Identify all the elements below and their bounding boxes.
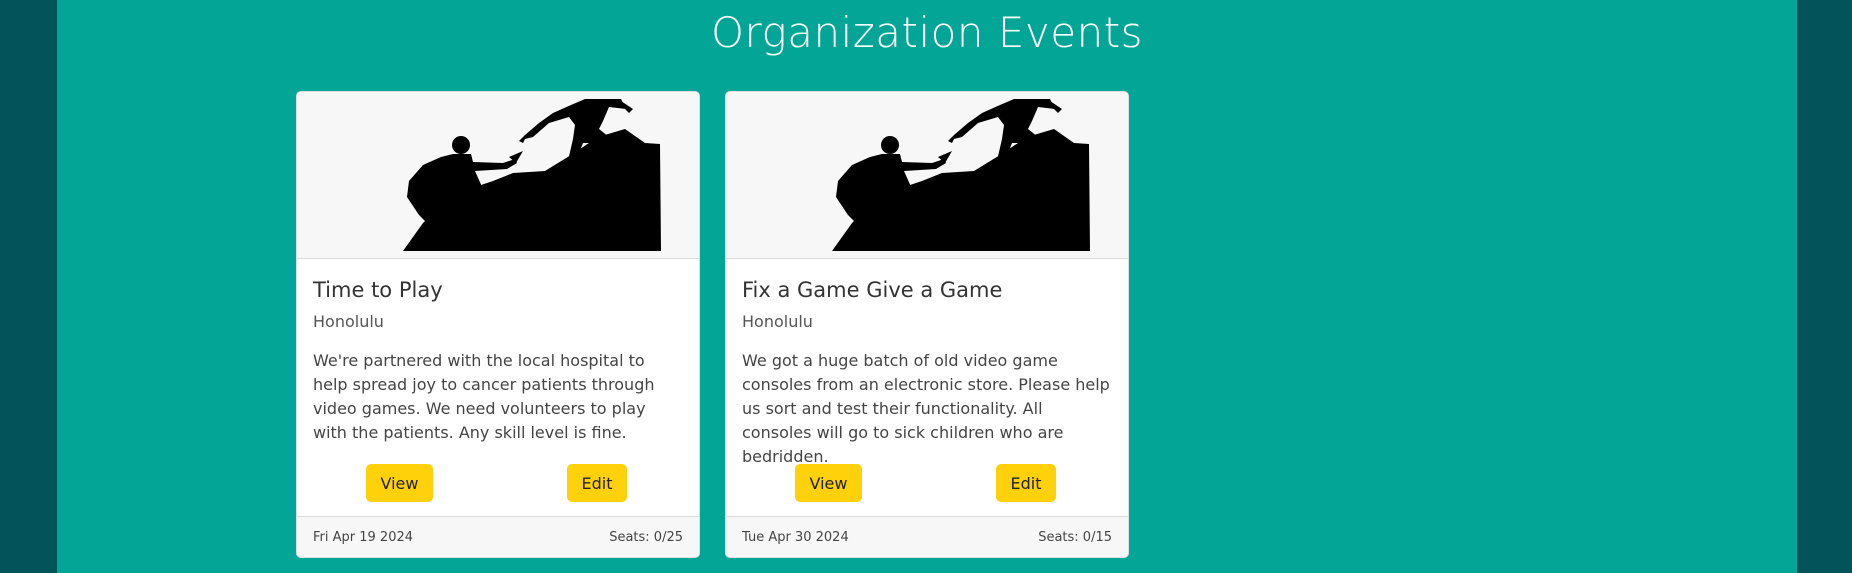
event-actions: View Edit — [726, 464, 1128, 502]
page-title: Organization Events — [710, 8, 1144, 57]
event-location: Honolulu — [313, 312, 384, 331]
event-card: Fix a Game Give a Game Honolulu We got a… — [725, 91, 1129, 558]
edit-button[interactable]: Edit — [567, 464, 627, 502]
event-description: We got a huge batch of old video game co… — [742, 351, 1110, 466]
event-image — [726, 92, 1128, 259]
event-footer: Tue Apr 30 2024 Seats: 0/15 — [726, 516, 1128, 557]
event-card: Time to Play Honolulu We're partnered wi… — [296, 91, 700, 558]
event-description: We're partnered with the local hospital … — [313, 351, 655, 442]
event-footer: Fri Apr 19 2024 Seats: 0/25 — [297, 516, 699, 557]
helping-hand-climbers-image — [832, 99, 1090, 251]
edit-button[interactable]: Edit — [996, 464, 1056, 502]
event-date: Fri Apr 19 2024 — [313, 530, 414, 545]
event-title: Time to Play — [313, 278, 443, 302]
event-actions: View Edit — [297, 464, 699, 502]
helping-hand-climbers-image — [403, 99, 661, 251]
event-title: Fix a Game Give a Game — [742, 278, 1003, 302]
view-button[interactable]: View — [366, 464, 433, 502]
event-image — [297, 92, 699, 259]
main-content: Organization Events Time to Play Honolul… — [57, 0, 1797, 573]
event-seats: Seats: 0/25 — [609, 530, 683, 545]
event-seats: Seats: 0/15 — [1038, 530, 1112, 545]
event-location: Honolulu — [742, 312, 813, 331]
view-button[interactable]: View — [795, 464, 862, 502]
event-date: Tue Apr 30 2024 — [742, 530, 849, 545]
